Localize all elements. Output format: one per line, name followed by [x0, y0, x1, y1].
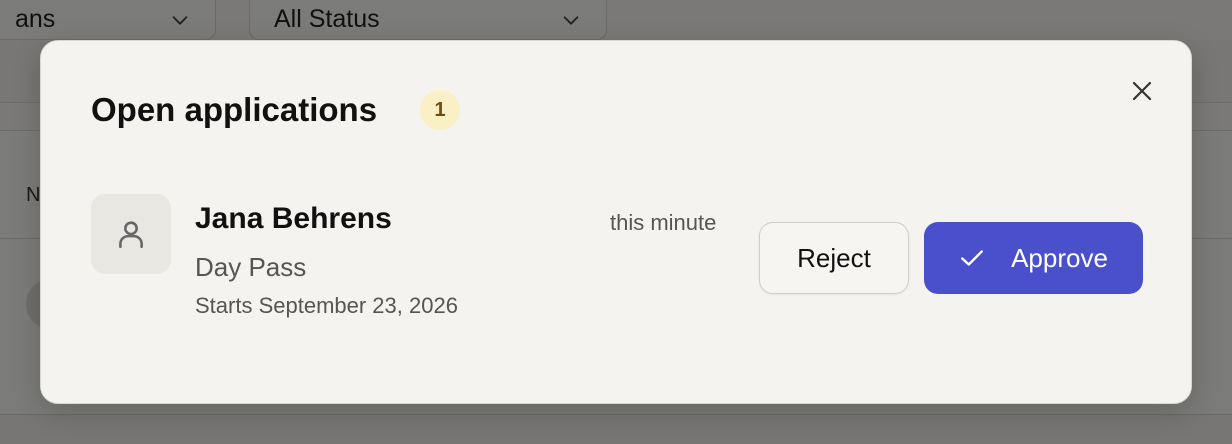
approve-button[interactable]: Approve [924, 222, 1143, 294]
close-icon [1132, 81, 1152, 101]
user-icon [119, 221, 143, 249]
reject-button-label: Reject [797, 242, 871, 273]
dialog-title: Open applications [91, 91, 378, 128]
close-button[interactable] [1126, 75, 1158, 107]
applicant-plan: Day Pass [195, 252, 307, 282]
application-timestamp: this minute [610, 210, 717, 235]
open-applications-dialog: Open applications 1 Jana Behrens Day Pas… [40, 40, 1192, 404]
approve-button-label: Approve [1011, 242, 1108, 273]
applicant-start-date: Starts September 23, 2026 [195, 293, 458, 318]
application-count-badge: 1 [420, 90, 460, 130]
reject-button[interactable]: Reject [759, 222, 909, 294]
applicant-name: Jana Behrens [195, 202, 392, 235]
check-icon [961, 250, 984, 266]
avatar [91, 194, 171, 274]
